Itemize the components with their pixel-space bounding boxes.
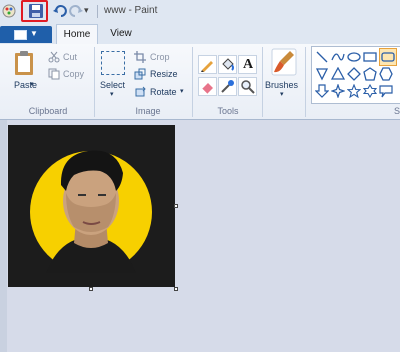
rotate-icon — [135, 86, 146, 97]
paintbrush-icon[interactable] — [270, 47, 298, 77]
text-tool-icon: A — [243, 57, 254, 72]
resize-button[interactable]: Resize — [150, 69, 178, 79]
clipboard-paste-icon[interactable] — [14, 50, 34, 76]
copy-icon — [48, 68, 60, 80]
title-separator — [97, 5, 98, 18]
window-title: www - Paint — [104, 5, 158, 16]
pencil-icon — [201, 61, 213, 72]
six-point-star-shape-icon[interactable] — [363, 84, 377, 98]
resize-handle-corner[interactable] — [174, 287, 178, 291]
brushes-button[interactable]: Brushes — [265, 80, 298, 90]
undo-icon[interactable] — [52, 3, 68, 19]
rotate-chevron-icon[interactable]: ▾ — [180, 87, 184, 95]
file-menu-button[interactable]: ▼ — [0, 26, 52, 43]
pencil-tool[interactable] — [198, 55, 217, 74]
line-shape-icon[interactable] — [315, 50, 329, 64]
color-picker-tool[interactable] — [218, 77, 237, 96]
oval-shape-icon[interactable] — [347, 50, 361, 64]
canvas-left-gutter — [0, 120, 7, 352]
polygon-shape-icon[interactable] — [315, 67, 329, 81]
eraser-tool[interactable] — [198, 77, 217, 96]
chevron-down-icon: ▼ — [30, 29, 38, 38]
text-tool[interactable]: A — [238, 55, 257, 74]
hexagon-shape-icon[interactable] — [379, 67, 393, 81]
magnifier-icon — [241, 80, 255, 94]
save-highlight-box — [21, 0, 48, 22]
eyedropper-icon — [221, 80, 234, 93]
four-point-star-shape-icon[interactable] — [331, 84, 345, 98]
group-separator — [305, 47, 306, 117]
paint-app-icon[interactable] — [1, 3, 17, 19]
redo-icon[interactable] — [68, 3, 84, 19]
cut-button[interactable]: Cut — [63, 52, 77, 62]
clipboard-group-label: Clipboard — [28, 106, 68, 116]
pentagon-shape-icon[interactable] — [363, 67, 377, 81]
group-separator — [192, 47, 193, 117]
callout-shape-icon[interactable] — [379, 84, 393, 98]
eraser-icon — [201, 83, 213, 95]
image-group-label: Image — [135, 106, 161, 116]
resize-handle-bottom[interactable] — [89, 287, 93, 291]
portrait-image — [30, 150, 152, 273]
copy-button[interactable]: Copy — [63, 69, 84, 79]
curve-shape-icon[interactable] — [331, 50, 345, 64]
tab-home[interactable]: Home — [56, 24, 98, 45]
crop-icon — [134, 51, 146, 63]
crop-button[interactable]: Crop — [150, 52, 170, 62]
brushes-chevron-icon[interactable]: ▾ — [280, 90, 284, 98]
group-separator — [262, 47, 263, 117]
group-separator — [94, 47, 95, 117]
diamond-shape-icon[interactable] — [347, 67, 361, 81]
five-point-star-shape-icon[interactable] — [347, 84, 361, 98]
rotate-button[interactable]: Rotate — [150, 87, 177, 97]
magnifier-tool[interactable] — [238, 77, 257, 96]
select-icon[interactable] — [101, 51, 125, 75]
resize-handle-right[interactable] — [174, 204, 178, 208]
arrow-down-shape-icon[interactable] — [315, 84, 329, 98]
file-menu-icon — [14, 30, 27, 40]
tools-group-label: Tools — [217, 106, 239, 116]
select-button[interactable]: Select — [100, 80, 125, 90]
triangle-shape-icon[interactable] — [331, 67, 345, 81]
rectangle-shape-icon[interactable] — [363, 50, 377, 64]
tab-view[interactable]: View — [104, 24, 138, 44]
paint-bucket-icon — [222, 58, 234, 71]
paste-chevron-icon[interactable]: ▾ — [30, 80, 34, 88]
drawing-canvas[interactable] — [8, 125, 175, 287]
select-chevron-icon[interactable]: ▾ — [110, 90, 114, 98]
shapes-group-label: S — [393, 106, 400, 116]
scissors-icon — [48, 51, 60, 63]
resize-icon — [134, 68, 146, 80]
fill-tool[interactable] — [218, 55, 237, 74]
rounded-rectangle-shape-icon[interactable] — [379, 48, 397, 66]
